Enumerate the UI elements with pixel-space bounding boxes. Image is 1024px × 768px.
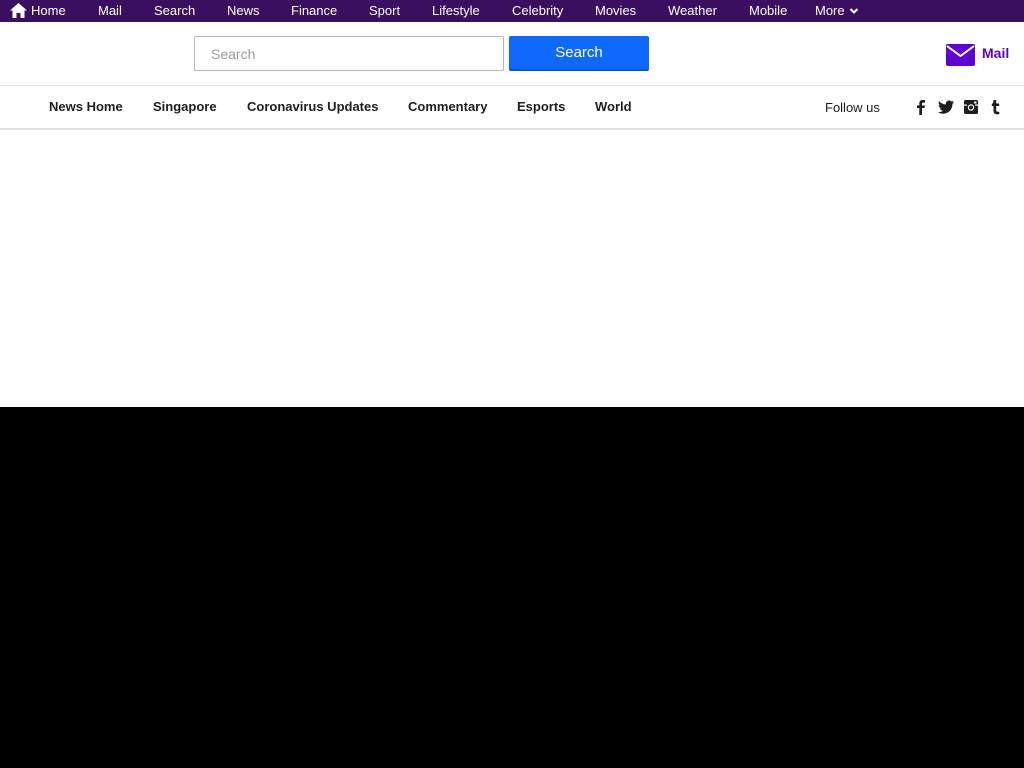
video-player-area (0, 407, 1024, 768)
home-icon[interactable] (10, 3, 27, 18)
facebook-icon[interactable] (913, 99, 929, 115)
nav-item-commentary[interactable]: Commentary (408, 99, 487, 114)
mail-label: Mail (982, 45, 1010, 61)
twitter-icon[interactable] (938, 99, 954, 115)
topbar-item-movies[interactable]: Movies (595, 0, 636, 22)
search-input[interactable] (194, 36, 504, 71)
tumblr-icon[interactable] (988, 99, 1004, 115)
topbar-item-news[interactable]: News (227, 0, 260, 22)
nav-item-singapore[interactable]: Singapore (153, 99, 217, 114)
topbar-item-mobile[interactable]: Mobile (749, 0, 787, 22)
topbar-item-finance[interactable]: Finance (291, 0, 337, 22)
search-button[interactable]: Search (509, 36, 649, 71)
news-section-nav: News Home Singapore Coronavirus Updates … (0, 86, 1024, 130)
topbar-item-search[interactable]: Search (154, 0, 195, 22)
topbar-item-mail[interactable]: Mail (98, 0, 122, 22)
nav-item-world[interactable]: World (595, 99, 632, 114)
topbar-item-weather[interactable]: Weather (668, 0, 717, 22)
top-navigation-bar: Home Mail Search News Finance Sport Life… (0, 0, 1024, 22)
topbar-item-celebrity[interactable]: Celebrity (512, 0, 563, 22)
chevron-down-icon[interactable] (849, 6, 859, 16)
topbar-item-lifestyle[interactable]: Lifestyle (432, 0, 480, 22)
nav-item-coronavirus-updates[interactable]: Coronavirus Updates (247, 99, 378, 114)
follow-us-label: Follow us (825, 100, 880, 115)
envelope-icon (946, 44, 975, 66)
topbar-item-home[interactable]: Home (31, 0, 66, 22)
nav-item-esports[interactable]: Esports (517, 99, 565, 114)
content-area (0, 130, 1024, 407)
instagram-icon[interactable] (963, 99, 979, 115)
topbar-item-more[interactable]: More (815, 0, 845, 22)
search-header: Search Mail (0, 22, 1024, 86)
topbar-item-sport[interactable]: Sport (369, 0, 400, 22)
nav-item-news-home[interactable]: News Home (49, 99, 123, 114)
